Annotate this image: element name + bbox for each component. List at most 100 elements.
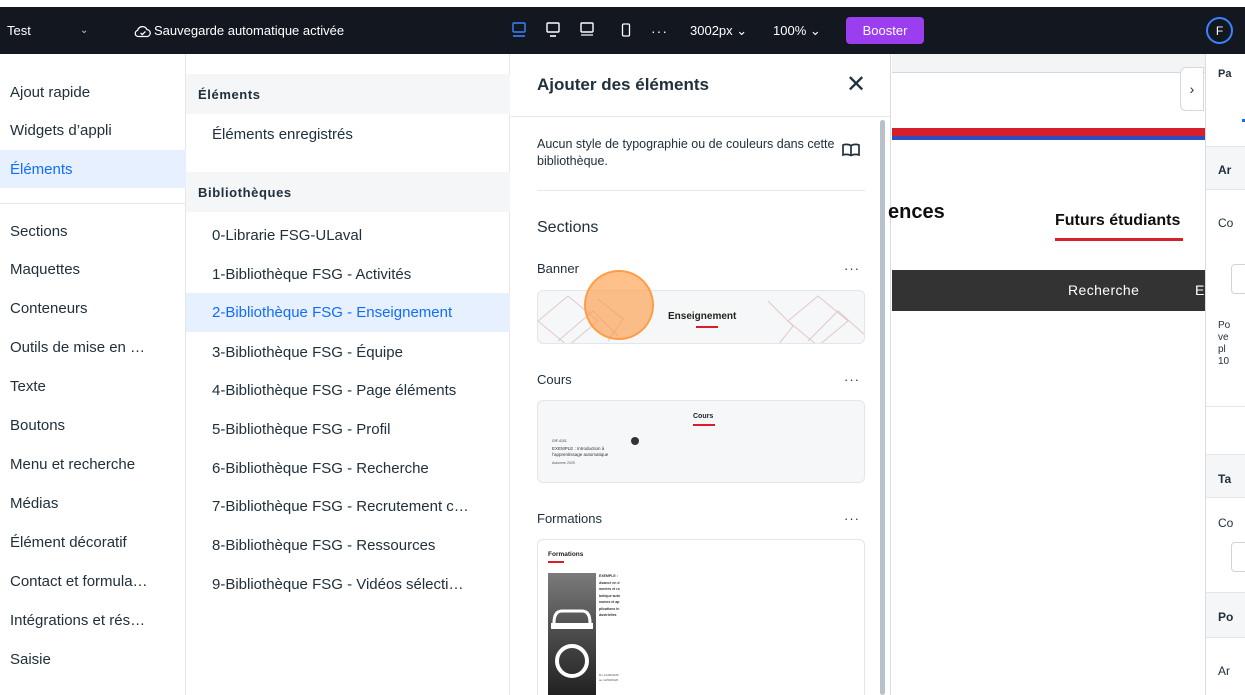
cursor-highlight <box>584 270 654 340</box>
cours-label: Cours <box>537 372 572 387</box>
formation-preview-dates: Du 12/09/2025 au 12/09/2026 <box>599 673 619 682</box>
panel-scrollbar[interactable] <box>880 120 885 695</box>
laptop-icon[interactable] <box>546 22 560 38</box>
formations-preview-title: Formations <box>548 551 584 558</box>
boost-button[interactable]: Booster <box>846 17 924 44</box>
tablet-icon[interactable] <box>580 22 594 38</box>
section-title: Ta <box>1218 472 1232 486</box>
library-item[interactable]: 0-Librarie FSG-ULaval <box>186 216 510 255</box>
properties-panel: Pa Ar Co Po ve pl 10 Ta Co Po Ar <box>1205 54 1245 695</box>
title-underline <box>548 561 564 563</box>
category-item[interactable]: Ajout rapide <box>0 73 186 111</box>
section-title: Ar <box>1218 163 1232 177</box>
nav-link-recherche[interactable]: Recherche <box>1068 282 1139 298</box>
site-header-red-bar <box>892 128 1205 136</box>
banner-label: Banner <box>537 261 579 276</box>
banner-more-button[interactable]: ··· <box>844 261 860 276</box>
desktop-icon[interactable] <box>512 22 526 38</box>
close-icon[interactable]: ✕ <box>844 73 868 97</box>
field-label: Ar <box>1218 664 1230 678</box>
chevron-right-icon[interactable]: › <box>1180 67 1204 111</box>
category-item[interactable]: Boutons <box>0 406 186 444</box>
formations-section-card[interactable]: Formations EXEMPLE : Avancé en données e… <box>537 539 865 695</box>
library-item[interactable]: 9-Bibliothèque FSG - Vidéos sélecti… <box>186 565 510 604</box>
title-underline <box>696 326 718 328</box>
chevron-down-icon[interactable]: ⌄ <box>80 7 88 54</box>
cours-preview-description: EXEMPLE : Introduction à l’apprentissage… <box>552 446 609 457</box>
add-categories-menu: Ajout rapide Widgets d’appli Éléments Se… <box>0 54 186 695</box>
section-header: Éléments <box>186 74 510 114</box>
empty-library-note: Aucun style de typographie ou de couleur… <box>537 137 835 168</box>
more-devices-button[interactable]: ··· <box>651 7 668 54</box>
section-header: Bibliothèques <box>186 172 510 212</box>
sections-heading: Sections <box>537 219 599 236</box>
cours-more-button[interactable]: ··· <box>844 372 860 387</box>
library-item[interactable]: 5-Bibliothèque FSG - Profil <box>186 410 510 449</box>
editor-canvas[interactable]: ences Futurs étudiants Recherche E › <box>888 54 1205 695</box>
section-title: Po <box>1218 610 1234 624</box>
category-item-elements[interactable]: Éléments <box>0 150 186 188</box>
category-item[interactable]: Conteneurs <box>0 289 186 327</box>
autosave-status: Sauvegarde automatique activée <box>154 23 345 38</box>
info-text: pl <box>1218 344 1226 355</box>
panel-tab[interactable]: Pa <box>1218 68 1231 80</box>
formations-more-button[interactable]: ··· <box>844 511 860 526</box>
site-header-blue-bar <box>892 136 1205 140</box>
library-item[interactable]: 3-Bibliothèque FSG - Équipe <box>186 333 510 372</box>
info-text: ve <box>1218 332 1229 343</box>
nav-link[interactable]: E <box>1195 282 1204 298</box>
cours-preview-code: GIF-4101 <box>552 439 567 443</box>
field-label: Co <box>1218 516 1234 530</box>
top-bar: Test ⌄ Sauvegarde automatique activée ··… <box>0 7 1245 54</box>
site-nav-bar <box>892 270 1205 311</box>
divider <box>0 203 186 204</box>
zoom-selector[interactable]: 100% ⌄ <box>773 7 821 54</box>
arrow-icon <box>631 437 639 445</box>
category-item[interactable]: Texte <box>0 367 186 405</box>
property-input[interactable] <box>1231 542 1245 572</box>
category-item[interactable]: Sections <box>0 212 186 250</box>
divider <box>537 190 865 191</box>
book-icon[interactable] <box>841 142 861 163</box>
library-item[interactable]: 4-Bibliothèque FSG - Page éléments <box>186 371 510 410</box>
cours-section-card[interactable]: Cours GIF-4101 EXEMPLE : Introduction à … <box>537 400 865 483</box>
category-item[interactable]: Contact et formula… <box>0 562 186 600</box>
saved-elements-item[interactable]: Éléments enregistrés <box>186 115 510 154</box>
width-selector[interactable]: 3002px ⌄ <box>690 7 747 54</box>
library-item[interactable]: 1-Bibliothèque FSG - Activités <box>186 255 510 294</box>
library-item-active[interactable]: 2-Bibliothèque FSG - Enseignement <box>186 293 510 332</box>
field-label: Co <box>1218 216 1234 230</box>
library-item[interactable]: 8-Bibliothèque FSG - Ressources <box>186 526 510 565</box>
library-item[interactable]: 7-Bibliothèque FSG - Recrutement c… <box>186 487 510 526</box>
property-input[interactable] <box>1231 264 1245 294</box>
panel-title: Ajouter des éléments <box>537 75 709 94</box>
info-text: Po <box>1218 320 1231 331</box>
cours-preview-date: Automne 2025 <box>552 461 575 465</box>
category-item[interactable]: Médias <box>0 484 186 522</box>
nav-link-futurs-etudiants[interactable]: Futurs étudiants <box>1055 212 1180 230</box>
active-nav-underline <box>1055 238 1183 241</box>
category-item[interactable]: Outils de mise en … <box>0 328 186 366</box>
divider <box>1206 406 1245 407</box>
category-item[interactable]: Intégrations et rés… <box>0 601 186 639</box>
title-underline <box>693 424 715 426</box>
site-selector[interactable]: Test <box>7 7 31 54</box>
mobile-icon[interactable] <box>621 22 631 38</box>
formation-image <box>548 573 596 695</box>
canvas-gutter <box>892 54 1205 72</box>
formations-label: Formations <box>537 511 603 526</box>
cloud-check-icon <box>134 7 152 54</box>
avatar[interactable]: F <box>1206 17 1233 44</box>
info-text: 10 <box>1218 356 1230 367</box>
formation-preview-text: EXEMPLE : Avancé en données et robotique… <box>599 574 620 617</box>
divider <box>511 116 891 117</box>
libraries-menu: Éléments Éléments enregistrés Bibliothèq… <box>186 54 510 695</box>
category-item[interactable]: Menu et recherche <box>0 445 186 483</box>
category-item[interactable]: Saisie <box>0 640 186 678</box>
category-item[interactable]: Maquettes <box>0 250 186 288</box>
cours-preview-title: Cours <box>693 413 714 420</box>
library-item[interactable]: 6-Bibliothèque FSG - Recherche <box>186 449 510 488</box>
category-item[interactable]: Élément décoratif <box>0 523 186 561</box>
add-elements-panel: Ajouter des éléments ✕ Aucun style de ty… <box>511 54 891 695</box>
category-item[interactable]: Widgets d’appli <box>0 111 186 149</box>
